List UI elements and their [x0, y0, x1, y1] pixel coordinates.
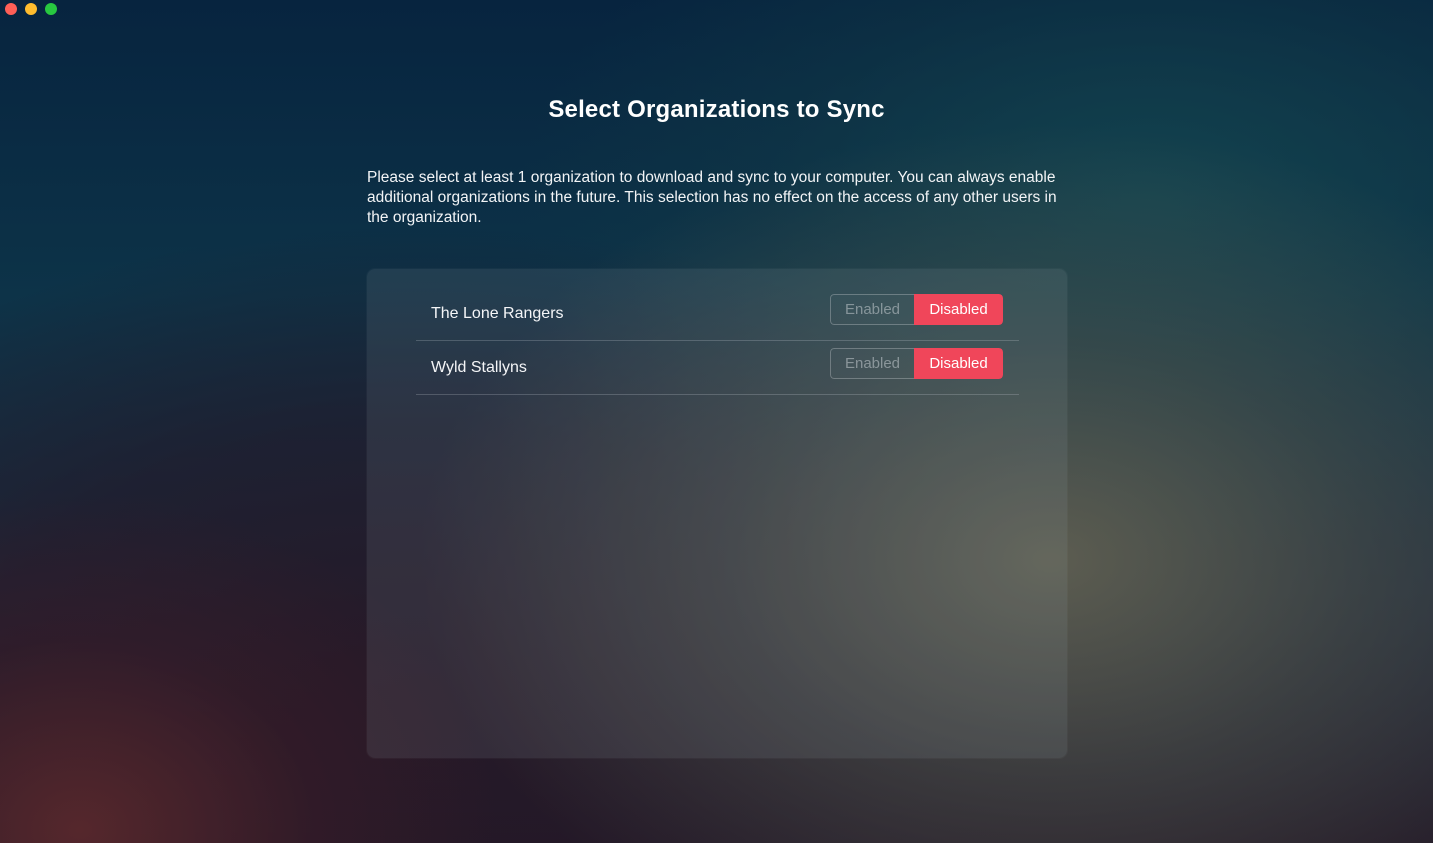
enabled-option[interactable]: Enabled — [830, 294, 914, 325]
sync-toggle: Enabled Disabled — [830, 294, 1003, 325]
organization-row: The Lone Rangers Enabled Disabled — [416, 287, 1019, 341]
sync-toggle: Enabled Disabled — [830, 348, 1003, 379]
organization-name: Wyld Stallyns — [431, 358, 527, 376]
organization-name: The Lone Rangers — [431, 304, 564, 322]
window-controls — [5, 3, 57, 15]
close-window-button[interactable] — [5, 3, 17, 15]
organizations-panel: The Lone Rangers Enabled Disabled Wyld S… — [367, 269, 1067, 758]
disabled-option[interactable]: Disabled — [914, 348, 1003, 379]
minimize-window-button[interactable] — [25, 3, 37, 15]
page-description: Please select at least 1 organization to… — [367, 169, 1057, 226]
disabled-option[interactable]: Disabled — [914, 294, 1003, 325]
organization-list: The Lone Rangers Enabled Disabled Wyld S… — [416, 287, 1019, 395]
page-title: Select Organizations to Sync — [548, 96, 885, 123]
organization-row: Wyld Stallyns Enabled Disabled — [416, 341, 1019, 395]
maximize-window-button[interactable] — [45, 3, 57, 15]
enabled-option[interactable]: Enabled — [830, 348, 914, 379]
